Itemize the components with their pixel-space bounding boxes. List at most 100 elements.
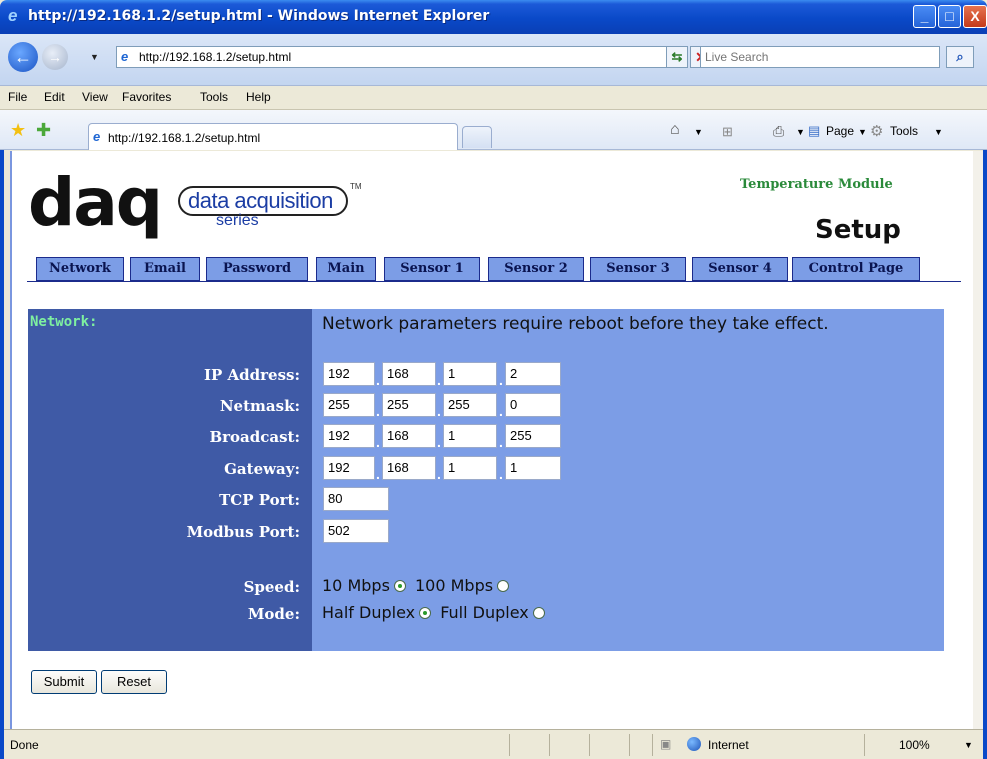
address-field[interactable]: e http://192.168.1.2/setup.html <box>116 46 686 68</box>
add-favorite-icon[interactable]: ✚ <box>36 120 51 141</box>
tab-sensor-2[interactable]: Sensor 2 <box>488 257 584 281</box>
favorites-star-icon[interactable]: ★ <box>10 120 26 141</box>
menu-file[interactable]: File <box>8 90 27 104</box>
status-divider <box>549 734 550 756</box>
tcp-port-input[interactable]: 80 <box>323 487 389 511</box>
new-tab-button[interactable] <box>462 126 492 148</box>
logo-daq: daq <box>28 164 163 241</box>
menu-help[interactable]: Help <box>246 90 271 104</box>
ie-icon: e <box>8 6 18 25</box>
feeds-icon[interactable]: ⊞ <box>722 124 733 140</box>
close-button[interactable]: X <box>963 5 987 28</box>
tools-menu[interactable]: Tools <box>890 124 918 138</box>
address-toolbar: ← → ▼ e http://192.168.1.2/setup.html ⇆ … <box>0 34 987 86</box>
ip-dot: . <box>376 372 380 388</box>
netmask-octet-1[interactable]: 255 <box>323 393 375 417</box>
ip-address-label: IP Address: <box>203 366 300 384</box>
logo-tm: TM <box>350 182 362 191</box>
zoom-level[interactable]: 100% <box>899 738 930 752</box>
netmask-octet-4[interactable]: 0 <box>505 393 561 417</box>
speed-10-radio[interactable] <box>393 580 406 592</box>
tab-setup[interactable]: e http://192.168.1.2/setup.html <box>88 123 458 150</box>
menu-tools[interactable]: Tools <box>200 90 228 104</box>
ip-octet-4[interactable]: 2 <box>505 362 561 386</box>
home-icon[interactable]: ⌂ <box>670 121 680 139</box>
speed-options: 10 Mbps 100 Mbps <box>322 576 513 595</box>
page-menu-icon[interactable]: ▤ <box>808 123 820 139</box>
half-duplex-radio[interactable] <box>419 607 432 619</box>
half-duplex-label: Half Duplex <box>322 603 416 622</box>
address-url[interactable]: http://192.168.1.2/setup.html <box>139 50 291 64</box>
tab-control-page[interactable]: Control Page <box>792 257 920 281</box>
gear-icon[interactable]: ⚙ <box>870 122 883 140</box>
full-duplex-radio[interactable] <box>532 607 545 619</box>
status-text: Done <box>10 738 39 752</box>
page-menu[interactable]: Page <box>826 124 854 138</box>
page-icon: e <box>121 49 129 64</box>
tab-sensor-4[interactable]: Sensor 4 <box>692 257 788 281</box>
minimize-button[interactable]: _ <box>913 5 936 28</box>
speed-100-label: 100 Mbps <box>415 576 494 595</box>
gateway-label: Gateway: <box>224 460 300 478</box>
search-icon[interactable]: ⌕ <box>946 46 974 68</box>
broadcast-octet-1[interactable]: 192 <box>323 424 375 448</box>
tab-sensor-3[interactable]: Sensor 3 <box>590 257 686 281</box>
reboot-notice: Network parameters require reboot before… <box>322 314 829 334</box>
refresh-button[interactable]: ⇆ <box>666 46 688 68</box>
forward-button[interactable]: → <box>42 44 68 70</box>
labels-panel <box>28 309 312 651</box>
tab-email[interactable]: Email <box>130 257 200 281</box>
search-field[interactable] <box>700 46 940 68</box>
status-divider <box>864 734 865 756</box>
broadcast-octet-2[interactable]: 168 <box>382 424 436 448</box>
submit-button[interactable]: Submit <box>31 670 97 694</box>
broadcast-octet-4[interactable]: 255 <box>505 424 561 448</box>
menu-bar: File Edit View Favorites Tools Help <box>0 86 987 110</box>
modbus-port-input[interactable]: 502 <box>323 519 389 543</box>
tab-sensor-1[interactable]: Sensor 1 <box>384 257 480 281</box>
ip-octet-1[interactable]: 192 <box>323 362 375 386</box>
netmask-octet-3[interactable]: 255 <box>443 393 497 417</box>
window-title: http://192.168.1.2/setup.html - Windows … <box>28 8 490 24</box>
tab-main[interactable]: Main <box>316 257 376 281</box>
logo-series: series <box>216 212 259 229</box>
gateway-dot: . <box>437 466 441 482</box>
status-divider <box>589 734 590 756</box>
mode-label: Mode: <box>247 605 300 623</box>
status-divider <box>629 734 630 756</box>
print-dropdown-icon[interactable]: ▼ <box>796 127 805 137</box>
speed-100-radio[interactable] <box>497 580 510 592</box>
menu-view[interactable]: View <box>82 90 108 104</box>
ip-octet-3[interactable]: 1 <box>443 362 497 386</box>
tools-dropdown-icon[interactable]: ▼ <box>934 127 943 137</box>
page-dropdown-icon[interactable]: ▼ <box>858 127 867 137</box>
search-input[interactable] <box>701 47 931 67</box>
recent-pages-dropdown-icon[interactable]: ▼ <box>90 52 99 62</box>
netmask-label: Netmask: <box>219 397 300 415</box>
gateway-octet-3[interactable]: 1 <box>443 456 497 480</box>
tab-password[interactable]: Password <box>206 257 308 281</box>
scrollbar[interactable] <box>973 151 983 729</box>
back-button[interactable]: ← <box>8 42 38 72</box>
gateway-octet-1[interactable]: 192 <box>323 456 375 480</box>
home-dropdown-icon[interactable]: ▼ <box>694 127 703 137</box>
menu-favorites[interactable]: Favorites <box>122 90 171 104</box>
gateway-octet-2[interactable]: 168 <box>382 456 436 480</box>
broadcast-octet-3[interactable]: 1 <box>443 424 497 448</box>
netmask-octet-2[interactable]: 255 <box>382 393 436 417</box>
maximize-button[interactable]: □ <box>938 5 961 28</box>
ip-octet-2[interactable]: 168 <box>382 362 436 386</box>
nav-underline <box>27 281 961 282</box>
menu-edit[interactable]: Edit <box>44 90 65 104</box>
gateway-octet-4[interactable]: 1 <box>505 456 561 480</box>
zoom-dropdown-icon[interactable]: ▼ <box>964 740 973 750</box>
fields-panel <box>312 309 944 651</box>
security-zone: Internet <box>708 738 749 752</box>
broadcast-dot: . <box>499 434 503 450</box>
reset-button[interactable]: Reset <box>101 670 167 694</box>
broadcast-dot: . <box>376 434 380 450</box>
internet-zone-icon <box>687 737 701 751</box>
tab-network[interactable]: Network <box>36 257 124 281</box>
print-icon[interactable]: ⎙ <box>773 123 784 140</box>
full-duplex-label: Full Duplex <box>440 603 529 622</box>
